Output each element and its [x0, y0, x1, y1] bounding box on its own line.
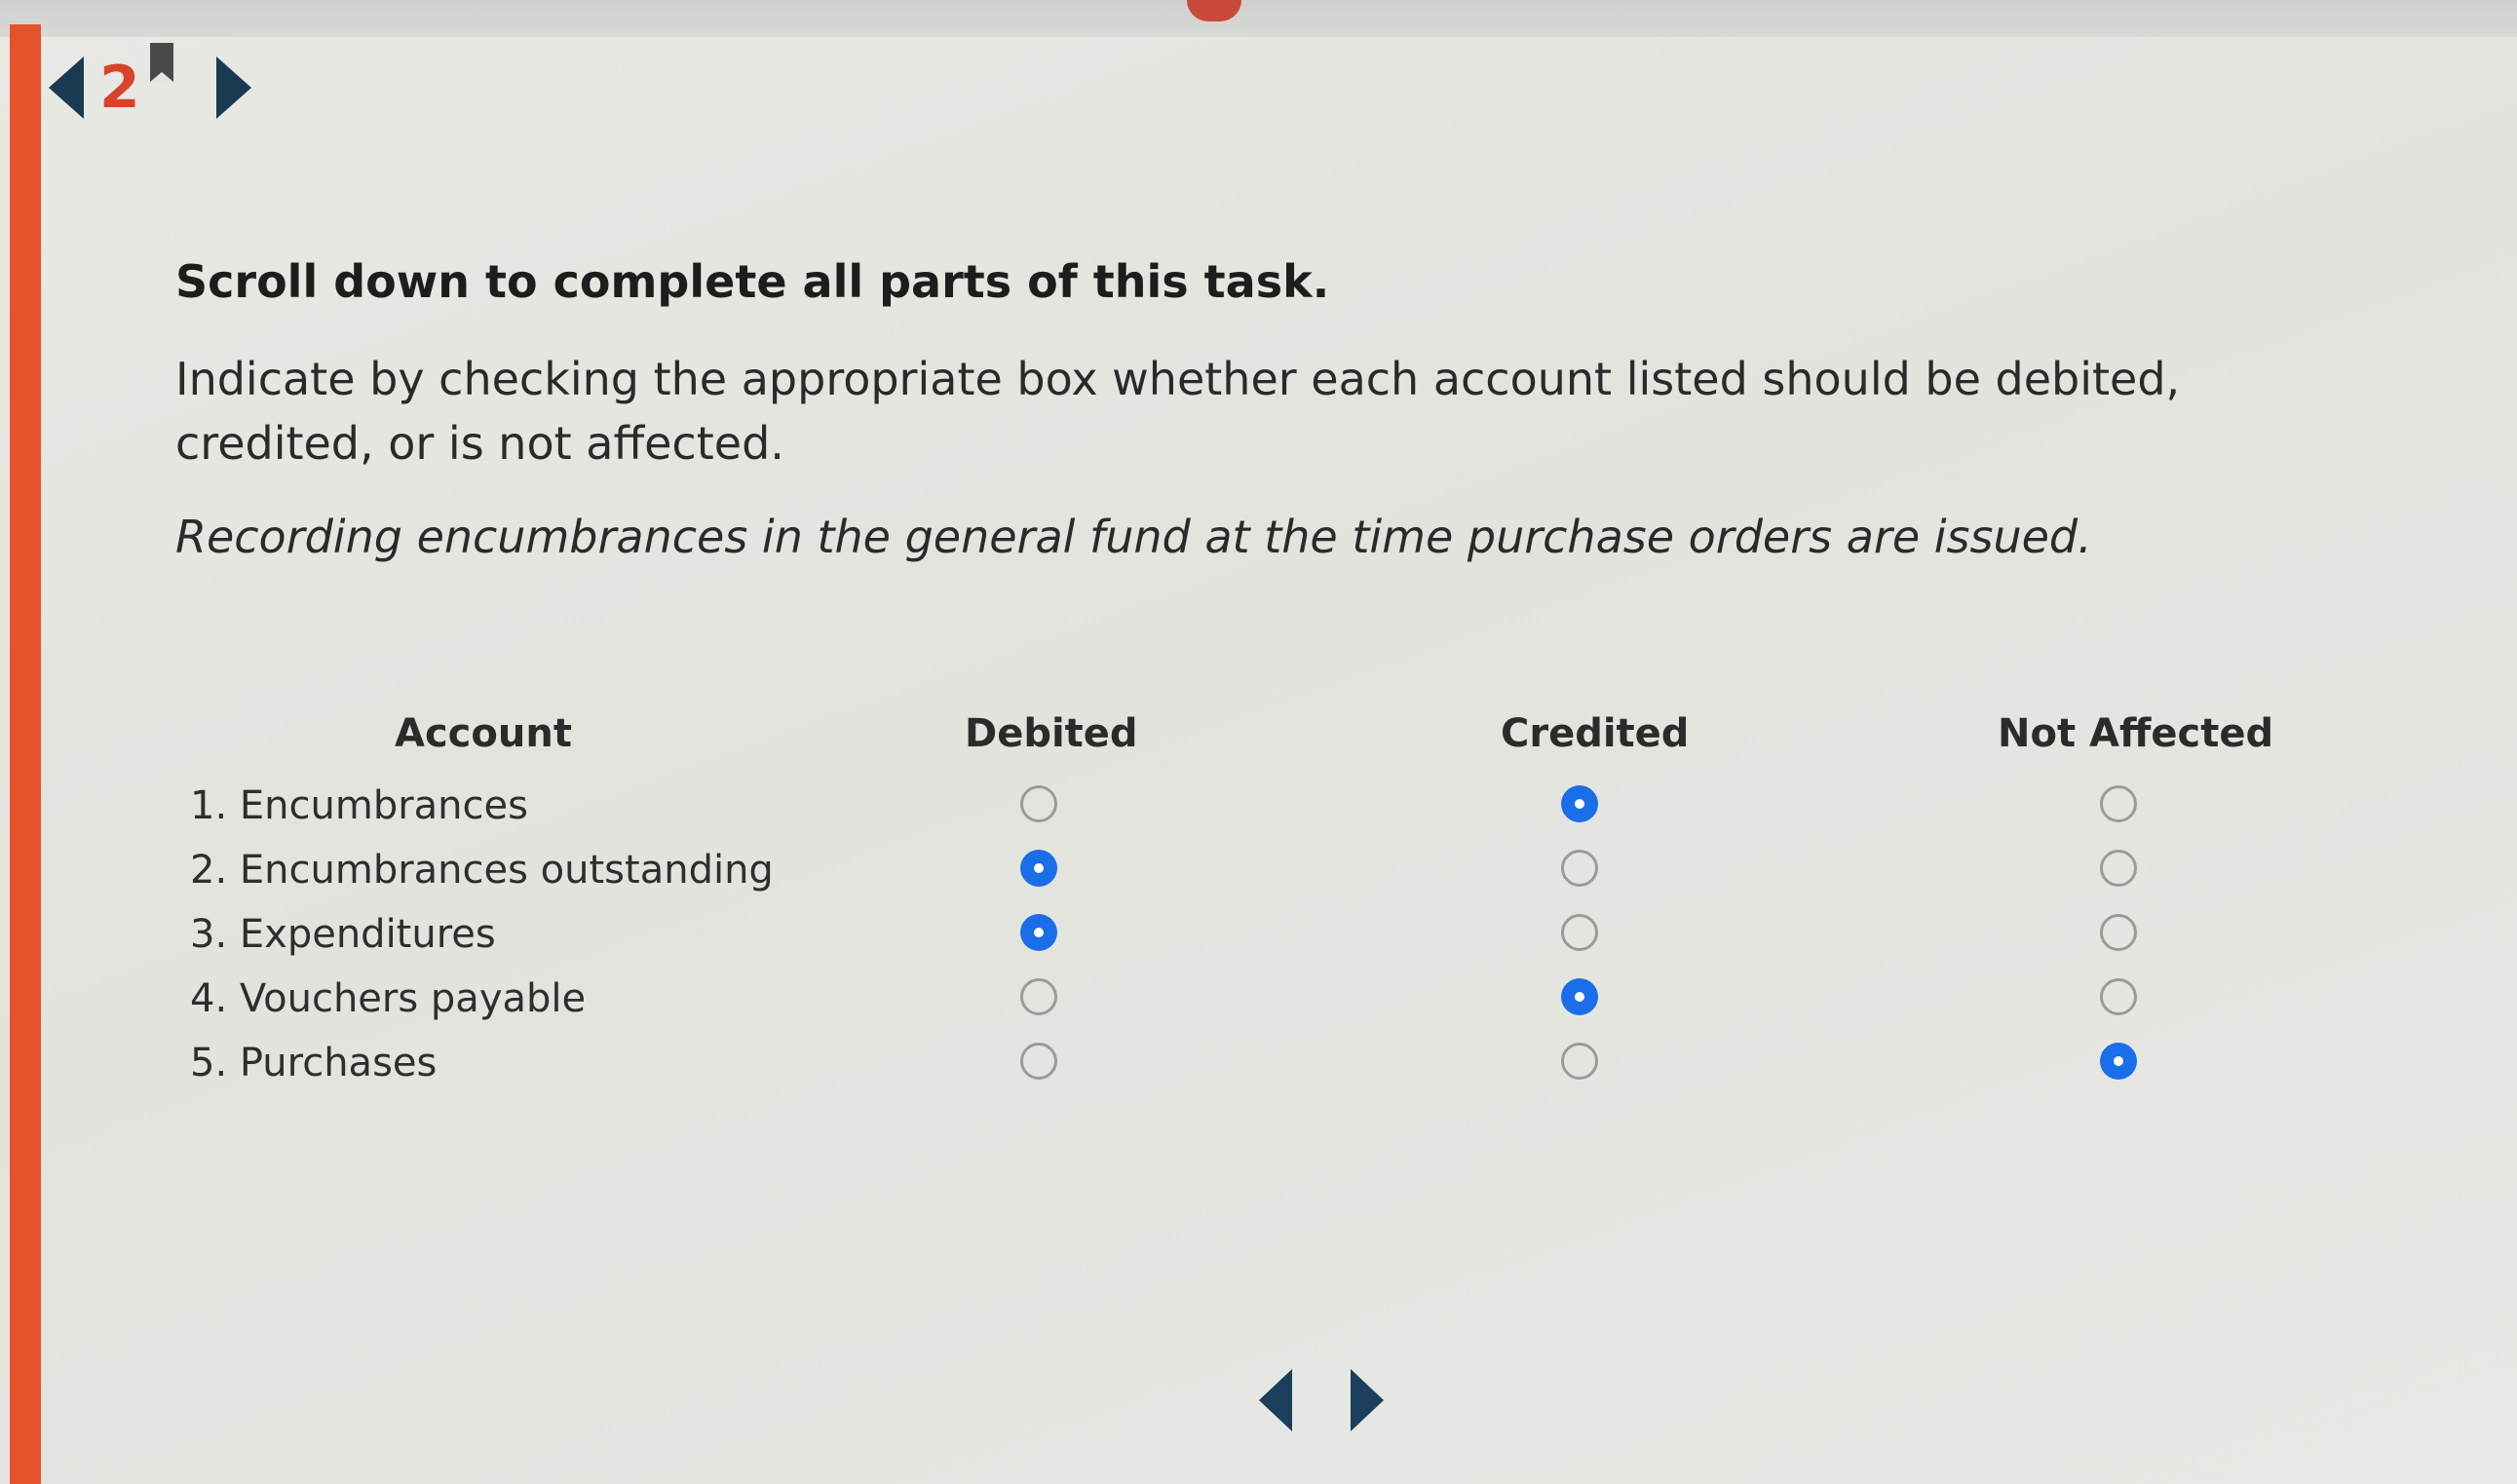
header-not-affected: Not Affected [1998, 711, 2274, 756]
credited-radio[interactable] [1561, 785, 1598, 822]
scroll-notice: Scroll down to complete all parts of thi… [175, 255, 1330, 308]
not-affected-radio[interactable] [2100, 785, 2137, 822]
debited-radio[interactable] [1020, 850, 1057, 887]
bookmark-icon[interactable] [149, 43, 173, 82]
credited-radio[interactable] [1561, 978, 1598, 1015]
header-credited: Credited [1501, 711, 1690, 756]
task-instruction: Indicate by checking the appropriate box… [175, 353, 2181, 470]
previous-question-icon[interactable] [49, 57, 84, 119]
account-table: Account Debited Credited Not Affected 1.… [185, 711, 2329, 1097]
bottom-navigation [1259, 1369, 1384, 1431]
not-affected-radio[interactable] [2100, 914, 2137, 951]
account-label: 3. Expenditures [190, 912, 496, 957]
debited-radio[interactable] [1020, 978, 1057, 1015]
page: 2 Scroll down to complete all parts of t… [0, 0, 2517, 1484]
debited-radio[interactable] [1020, 785, 1057, 822]
debited-radio[interactable] [1020, 914, 1057, 951]
not-affected-radio[interactable] [2100, 850, 2137, 887]
question-number: 2 [99, 54, 140, 122]
previous-page-icon[interactable] [1259, 1369, 1292, 1431]
scenario-text: Recording encumbrances in the general fu… [175, 511, 2092, 563]
credited-radio[interactable] [1561, 850, 1598, 887]
top-bar [0, 0, 2517, 37]
table-row: 3. Expenditures [185, 904, 2329, 969]
table-row: 5. Purchases [185, 1033, 2329, 1097]
debited-radio[interactable] [1020, 1043, 1057, 1080]
table-row: 2. Encumbrances outstanding [185, 840, 2329, 904]
credited-radio[interactable] [1561, 1043, 1598, 1080]
not-affected-radio[interactable] [2100, 978, 2137, 1015]
account-label: 5. Purchases [190, 1041, 438, 1085]
accent-stripe [10, 24, 41, 1484]
table-row: 4. Vouchers payable [185, 969, 2329, 1033]
table-header: Account Debited Credited Not Affected [185, 711, 2329, 776]
header-account: Account [395, 711, 572, 756]
header-debited: Debited [965, 711, 1138, 756]
table-row: 1. Encumbrances [185, 776, 2329, 840]
account-label: 1. Encumbrances [190, 783, 528, 828]
not-affected-radio[interactable] [2100, 1043, 2137, 1080]
next-question-icon[interactable] [215, 57, 251, 119]
account-label: 4. Vouchers payable [190, 976, 587, 1021]
question-navigation: 2 [49, 39, 251, 136]
question-content: Scroll down to complete all parts of thi… [175, 255, 2368, 563]
account-label: 2. Encumbrances outstanding [190, 848, 774, 893]
next-page-icon[interactable] [1351, 1369, 1384, 1431]
credited-radio[interactable] [1561, 914, 1598, 951]
